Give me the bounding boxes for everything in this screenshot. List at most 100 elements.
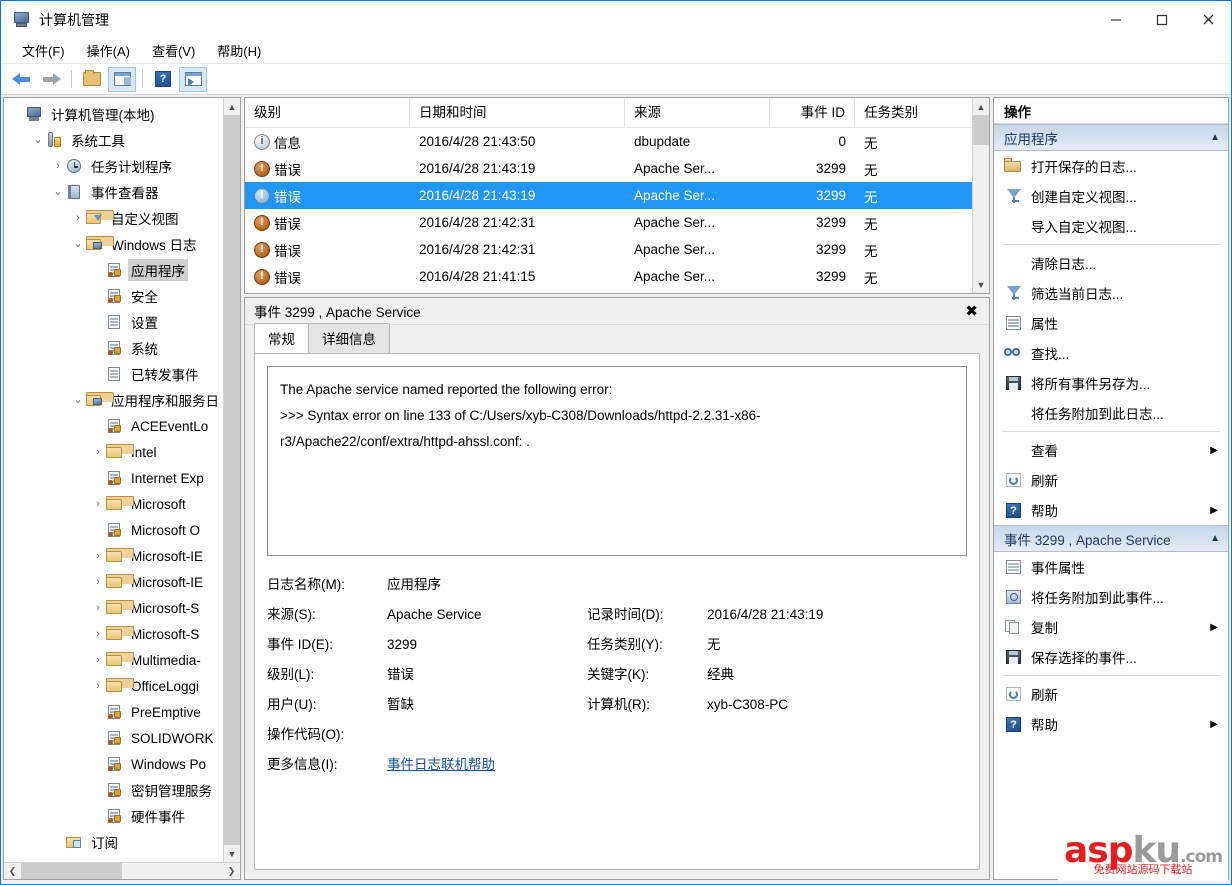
tree-node-2[interactable]: › 任务计划程序	[4, 153, 223, 179]
tree-scroll-left-button[interactable]: ❮	[4, 863, 21, 879]
action-item-0-10[interactable]: 刷新	[994, 465, 1228, 495]
event-row-0[interactable]: i 信息 2016/4/28 21:43:50 dbupdate 0 无	[245, 128, 972, 155]
tree-node-3[interactable]: ⌄ 事件查看器	[4, 179, 223, 205]
tree-expander-21[interactable]: ›	[90, 654, 106, 666]
tree-expander-11[interactable]: ⌄	[70, 394, 86, 406]
tree-node-4[interactable]: › 自定义视图	[4, 205, 223, 231]
tree-node-13[interactable]: › Intel	[4, 439, 223, 465]
close-icon[interactable]: ✖	[962, 304, 981, 319]
action-item-1-1[interactable]: 将任务附加到此事件...	[994, 582, 1228, 612]
tab-general[interactable]: 常规	[254, 323, 309, 353]
event-column-header-0[interactable]: 级别	[245, 97, 410, 128]
tree-scroll-up-button[interactable]: ▲	[224, 98, 240, 115]
tree-expander-1[interactable]: ⌄	[30, 134, 46, 146]
tree-node-8[interactable]: 设置	[4, 309, 223, 335]
action-item-1-0[interactable]: 事件属性	[994, 552, 1228, 582]
action-item-0-6[interactable]: 查找...	[994, 338, 1228, 368]
submenu-arrow-icon[interactable]: ▶	[1210, 622, 1218, 633]
tree-node-25[interactable]: Windows Po	[4, 751, 223, 777]
tree-expander-2[interactable]: ›	[50, 160, 66, 172]
tree-node-5[interactable]: ⌄ Windows 日志	[4, 231, 223, 257]
tree-expander-15[interactable]: ›	[90, 498, 106, 510]
action-item-0-5[interactable]: 属性	[994, 308, 1228, 338]
tree-expander-20[interactable]: ›	[90, 628, 106, 640]
chevron-up-icon[interactable]: ▲	[1210, 132, 1220, 143]
action-item-1-5[interactable]: ? 帮助 ▶	[994, 709, 1228, 739]
tree-node-21[interactable]: › Multimedia-	[4, 647, 223, 673]
submenu-arrow-icon[interactable]: ▶	[1210, 719, 1218, 730]
event-column-header-1[interactable]: 日期和时间	[410, 97, 625, 128]
close-button[interactable]	[1185, 1, 1231, 38]
event-log-online-help-link[interactable]: 事件日志联机帮助	[387, 757, 495, 772]
event-row-1[interactable]: ! 错误 2016/4/28 21:43:19 Apache Ser... 3299 无	[245, 155, 972, 182]
console-tree[interactable]: 计算机管理(本地) ⌄ 系统工具 › 任务计划程序 ⌄ 事件查看器 › 自定义视图 ⌄ Window…	[4, 98, 223, 862]
event-row-5[interactable]: ! 错误 2016/4/28 21:41:15 Apache Ser... 3299 无	[245, 263, 972, 290]
actions-section-header-event-section[interactable]: 事件 3299 , Apache Service ▲	[994, 525, 1228, 552]
event-row-2[interactable]: ! 错误 2016/4/28 21:43:19 Apache Ser... 3299 无	[245, 182, 972, 209]
action-item-1-2[interactable]: 复制 ▶	[994, 612, 1228, 642]
tree-node-18[interactable]: › Microsoft-IE	[4, 569, 223, 595]
tree-expander-17[interactable]: ›	[90, 550, 106, 562]
actions-section-header-application-section[interactable]: 应用程序 ▲	[994, 124, 1228, 151]
action-item-0-0[interactable]: 打开保存的日志...	[994, 151, 1228, 181]
event-scroll-thumb[interactable]	[973, 115, 989, 145]
up-folder-button[interactable]	[78, 67, 106, 92]
tree-expander-3[interactable]: ⌄	[50, 186, 66, 198]
event-scroll-up-button[interactable]: ▲	[973, 98, 989, 115]
submenu-arrow-icon[interactable]: ▶	[1210, 505, 1218, 516]
tree-node-22[interactable]: › OfficeLoggi	[4, 673, 223, 699]
event-scroll-down-button[interactable]: ▼	[973, 276, 989, 293]
event-message-box[interactable]: The Apache service named reported the fo…	[267, 366, 967, 556]
tree-node-28[interactable]: 订阅	[4, 829, 223, 855]
event-column-header-4[interactable]: 任务类别	[855, 98, 965, 128]
tab-details[interactable]: 详细信息	[308, 323, 390, 353]
action-item-0-7[interactable]: 将所有事件另存为...	[994, 368, 1228, 398]
tree-hscroll-track[interactable]	[21, 863, 223, 879]
show-action-pane-button[interactable]	[179, 66, 207, 92]
tree-node-14[interactable]: Internet Exp	[4, 465, 223, 491]
tree-node-17[interactable]: › Microsoft-IE	[4, 543, 223, 569]
tree-expander-4[interactable]: ›	[70, 212, 86, 224]
action-item-0-2[interactable]: 导入自定义视图...	[994, 211, 1228, 241]
show-hide-console-tree-button[interactable]	[108, 66, 136, 92]
action-item-0-11[interactable]: ? 帮助 ▶	[994, 495, 1228, 525]
tree-node-15[interactable]: › Microsoft	[4, 491, 223, 517]
action-item-0-8[interactable]: 将任务附加到此日志...	[994, 398, 1228, 428]
event-row-4[interactable]: ! 错误 2016/4/28 21:42:31 Apache Ser... 3299 无	[245, 236, 972, 263]
tree-node-6[interactable]: 应用程序	[4, 257, 223, 283]
tree-horizontal-scrollbar[interactable]: ❮ ❯	[4, 862, 240, 879]
action-item-1-3[interactable]: 保存选择的事件...	[994, 642, 1228, 672]
tree-hscroll-thumb[interactable]	[21, 863, 122, 879]
forward-button[interactable]	[37, 67, 65, 92]
event-list-scrollbar[interactable]: ▲ ▼	[972, 98, 989, 293]
tree-node-24[interactable]: SOLIDWORK	[4, 725, 223, 751]
event-column-header-3[interactable]: 事件 ID	[770, 97, 855, 128]
event-list-rows[interactable]: i 信息 2016/4/28 21:43:50 dbupdate 0 无! 错误 2016/4…	[245, 128, 972, 293]
tree-node-12[interactable]: ACEEventLo	[4, 413, 223, 439]
tree-node-10[interactable]: 已转发事件	[4, 361, 223, 387]
menu-file[interactable]: 文件(F)	[11, 38, 76, 63]
submenu-arrow-icon[interactable]: ▶	[1210, 445, 1218, 456]
event-row-3[interactable]: ! 错误 2016/4/28 21:42:31 Apache Ser... 3299 无	[245, 209, 972, 236]
menu-help[interactable]: 帮助(H)	[206, 38, 272, 63]
minimize-button[interactable]	[1093, 1, 1139, 38]
tree-scroll-track[interactable]	[224, 115, 240, 845]
tree-expander-19[interactable]: ›	[90, 602, 106, 614]
menu-action[interactable]: 操作(A)	[76, 38, 141, 63]
tree-expander-13[interactable]: ›	[90, 446, 106, 458]
tree-expander-22[interactable]: ›	[90, 680, 106, 692]
event-scroll-track[interactable]	[973, 115, 989, 276]
event-column-header-2[interactable]: 来源	[625, 97, 770, 128]
tree-expander-5[interactable]: ⌄	[70, 238, 86, 250]
tree-node-20[interactable]: › Microsoft-S	[4, 621, 223, 647]
chevron-up-icon[interactable]: ▲	[1210, 533, 1220, 544]
tree-node-27[interactable]: 硬件事件	[4, 803, 223, 829]
tree-node-0[interactable]: 计算机管理(本地)	[4, 101, 223, 127]
tree-node-9[interactable]: 系统	[4, 335, 223, 361]
tree-scroll-down-button[interactable]: ▼	[224, 845, 240, 862]
tree-node-16[interactable]: Microsoft O	[4, 517, 223, 543]
action-item-0-3[interactable]: 清除日志...	[994, 248, 1228, 278]
tree-scroll-right-button[interactable]: ❯	[223, 863, 240, 879]
action-item-0-4[interactable]: 筛选当前日志...	[994, 278, 1228, 308]
tree-scroll-thumb[interactable]	[224, 115, 240, 845]
